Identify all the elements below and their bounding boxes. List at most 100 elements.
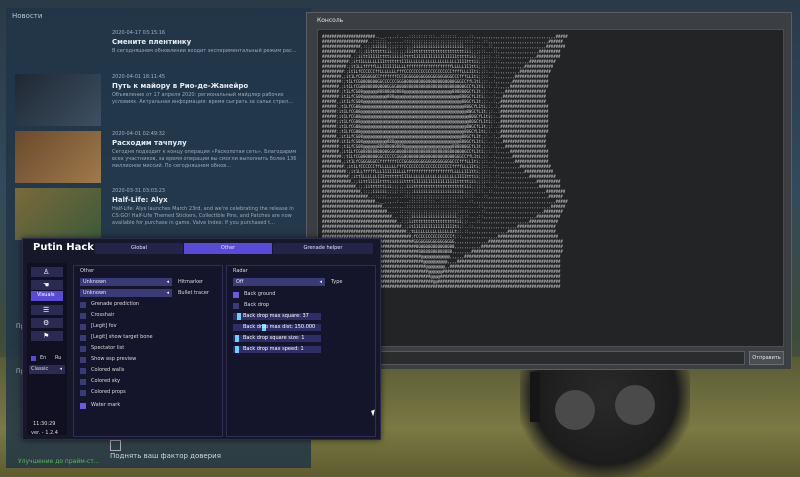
news-date: 2020-04-01 18:11:45 (112, 74, 166, 80)
hitmarker-value: Unknown (83, 279, 107, 285)
hitmarker-label: Hitmarker (178, 279, 203, 285)
lang-ru-label: Ru (55, 355, 62, 361)
news-body: Half-Life: Alyx launches March 23rd, and… (112, 206, 294, 226)
radar-type-value: Off (236, 279, 244, 285)
news-headline[interactable]: Half-Life: Alyx (112, 196, 168, 204)
checkbox[interactable] (80, 335, 86, 341)
radar-type-label: Type (331, 279, 343, 285)
slider-back-drop-square-size[interactable]: Back drop square size: 1 (233, 335, 321, 342)
dropdown-arrow-icon: ◂ (166, 279, 169, 285)
lang-en-label: En (40, 355, 47, 361)
slider-knob[interactable] (234, 346, 239, 353)
trust-factor-link[interactable]: Поднять ваш фактор доверия (110, 452, 221, 460)
style-value: Classic (31, 366, 49, 372)
news-headline[interactable]: Путь к майору в Рио-де-Жанейро (112, 82, 248, 90)
send-button[interactable]: Отправить (749, 351, 784, 365)
checkbox[interactable] (233, 292, 239, 298)
checkbox-label: Colored sky (91, 378, 121, 384)
checkbox[interactable] (80, 379, 86, 385)
dropdown-arrow-icon: ◂ (166, 290, 169, 296)
news-headline[interactable]: Смените плентинку (112, 38, 191, 46)
knee-pad-left (555, 390, 595, 430)
sidebar-config-button[interactable]: ⚑ (31, 331, 63, 341)
version-label: ver. - 1.2.4 (31, 430, 58, 436)
news-thumbnail[interactable] (15, 188, 101, 240)
bullet-tracer-dropdown[interactable]: Unknown ◂ (80, 289, 172, 297)
radar-panel: Radar Off ◂ Type Back ground Back drop B… (226, 265, 376, 437)
sidebar-hand-button[interactable]: ☚ (31, 280, 63, 290)
news-item[interactable]: 2020-04-17 03:15:16 Смените плентинку В … (15, 30, 310, 80)
hitmarker-dropdown[interactable]: Unknown ◂ (80, 278, 172, 286)
sidebar-skins-button[interactable]: ⚙ (31, 318, 63, 328)
tab-global[interactable]: Global (95, 243, 183, 254)
knee-pad-right (615, 385, 655, 425)
checkbox-label: Crosshair (91, 312, 115, 318)
news-date: 2020-04-01 02:49:32 (112, 131, 166, 137)
style-dropdown[interactable]: Classic ◂ (29, 365, 65, 374)
share-icon: ⚑ (43, 332, 50, 340)
checkbox[interactable] (80, 403, 86, 409)
hand-icon: ☚ (43, 281, 50, 289)
list-icon: ☰ (43, 306, 50, 314)
sidebar-aim-button[interactable]: ♙ (31, 267, 63, 277)
checkbox-label: Colored walls (91, 367, 125, 373)
news-headline[interactable]: Расходим тачпулу (112, 139, 187, 147)
news-date: 2020-04-17 03:15:16 (112, 30, 166, 36)
slider-label: Back drop square size: 1 (243, 335, 305, 341)
checkbox[interactable] (80, 313, 86, 319)
news-date: 2020-03-31 03:03:23 (112, 188, 166, 194)
checkbox[interactable] (80, 302, 86, 308)
checkbox[interactable] (80, 324, 86, 330)
sidebar-visuals-label: Visuals (37, 292, 55, 298)
tab-other[interactable]: Other (184, 243, 272, 254)
checkbox-label: Spectator list (91, 345, 125, 351)
news-item[interactable]: 2020-04-01 18:11:45 Путь к майору в Рио-… (15, 74, 310, 130)
checkbox[interactable] (80, 390, 86, 396)
person-icon: ♙ (43, 268, 50, 276)
dropdown-arrow-icon: ◂ (59, 366, 62, 372)
news-item[interactable]: 2020-03-31 03:03:23 Half-Life: Alyx Half… (15, 188, 310, 244)
player-model (520, 360, 690, 477)
rifle (530, 372, 540, 422)
prime-upgrade-link[interactable]: Улучшение до прайм-ст... (18, 458, 99, 465)
news-item[interactable]: 2020-04-01 02:49:32 Расходим тачпулу Сег… (15, 131, 310, 187)
news-title: Новости (12, 12, 43, 20)
slider-label: Back drop max speed: 1 (243, 346, 304, 352)
console-title: Консоль (317, 17, 344, 24)
news-body: Объявление от 17 апреля 2020: региональн… (112, 92, 293, 105)
checkbox[interactable] (233, 303, 239, 309)
menu-sidebar: ♙ ☚ Visuals ☰ ⚙ ⚑ En Ru Classic ◂ 11:30:… (27, 263, 67, 436)
settings-icon: ⚙ (43, 319, 50, 327)
language-toggle[interactable]: En Ru (31, 355, 63, 363)
checkbox[interactable] (80, 368, 86, 374)
slider-label: Back drop max dist: 150.000 (243, 324, 316, 330)
checkbox-label: Colored props (91, 389, 126, 395)
news-thumbnail[interactable] (15, 131, 101, 183)
console-output[interactable]: ######################..__..,..:....::::… (317, 29, 784, 347)
slider-back-drop-max-dist[interactable]: Back drop max dist: 150.000 (233, 324, 321, 331)
slider-knob[interactable] (237, 313, 242, 320)
clock: 11:30:29 (33, 421, 56, 427)
slider-back-drop-max-speed[interactable]: Back drop max speed: 1 (233, 346, 321, 353)
slider-knob[interactable] (234, 335, 239, 342)
tab-grenade-helper[interactable]: Grenade helper (273, 243, 373, 254)
checkbox[interactable] (80, 357, 86, 363)
language-checkbox[interactable] (31, 356, 36, 361)
slider-back-drop-max-square[interactable]: Back drop max square: 37 (233, 313, 321, 320)
console-input[interactable] (317, 351, 745, 365)
menu-logo: Putin Hack (33, 242, 94, 253)
trust-icon (110, 440, 121, 451)
news-thumbnail[interactable] (15, 74, 101, 126)
radar-type-dropdown[interactable]: Off ◂ (233, 278, 325, 286)
other-panel-title: Other (80, 268, 95, 274)
checkbox[interactable] (80, 346, 86, 352)
checkbox-label: Grenade prediction (91, 301, 140, 307)
bullet-tracer-label: Bullet tracer (178, 290, 209, 296)
sidebar-visuals-button[interactable]: Visuals (31, 291, 63, 301)
slider-label: Back drop max square: 37 (243, 313, 309, 319)
news-body: Сегодня подходит к концу операция «Раско… (112, 149, 297, 169)
sidebar-misc-button[interactable]: ☰ (31, 305, 63, 315)
checkbox-label: [Legit] fov (91, 323, 117, 329)
news-body: В сегодняшнем обновлении входит эксперим… (112, 48, 297, 54)
checkbox-label: [Legit] show target bone (91, 334, 153, 340)
